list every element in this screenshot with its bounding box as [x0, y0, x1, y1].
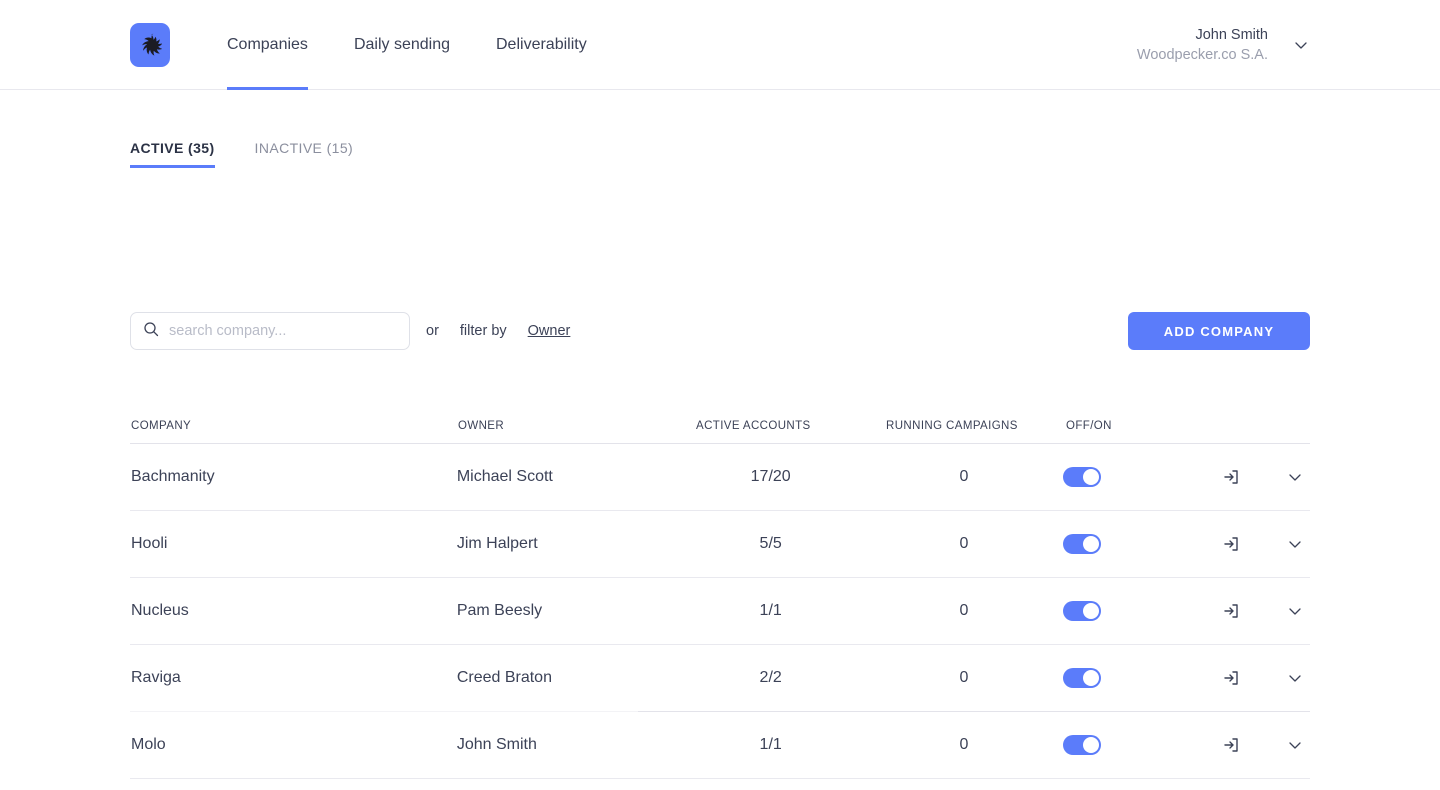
companies-table: COMPANY OWNER ACTIVE ACCOUNTS RUNNING CA…	[130, 408, 1310, 790]
cell-company: Molo	[130, 736, 457, 754]
column-header-owner: OWNER	[458, 420, 678, 432]
table-row[interactable]: Yesse John Smith 1/1 0	[130, 779, 1310, 790]
table-row[interactable]: Bachmanity Michael Scott 17/20 0	[130, 444, 1310, 511]
off-on-toggle[interactable]	[1063, 735, 1101, 755]
cell-running-campaigns: 0	[865, 669, 1062, 687]
filter-by-label: filter by	[460, 323, 507, 339]
cell-company: Raviga	[130, 669, 457, 687]
status-tabs: ACTIVE (35) INACTIVE (15)	[130, 140, 353, 168]
search-icon	[143, 321, 169, 342]
toggle-knob	[1083, 737, 1099, 753]
column-header-off-on: OFF/ON	[1066, 420, 1226, 432]
cell-company: Nucleus	[130, 602, 457, 620]
cell-active-accounts: 1/1	[676, 602, 865, 620]
column-header-company: COMPANY	[130, 420, 458, 432]
cell-toggle	[1063, 668, 1222, 688]
cell-owner: John Smith	[457, 736, 676, 754]
tab-active[interactable]: ACTIVE (35)	[130, 140, 215, 168]
add-company-button[interactable]: ADD COMPANY	[1128, 312, 1310, 350]
cell-toggle	[1063, 601, 1222, 621]
cell-company: Hooli	[130, 535, 457, 553]
user-name: John Smith	[1137, 25, 1268, 45]
off-on-toggle[interactable]	[1063, 601, 1101, 621]
cell-owner: Creed Braton	[457, 669, 676, 687]
tab-active-label: ACTIVE (35)	[130, 140, 215, 156]
cell-actions	[1222, 601, 1310, 621]
table-header-row: COMPANY OWNER ACTIVE ACCOUNTS RUNNING CA…	[130, 408, 1310, 444]
table-row[interactable]: Molo John Smith 1/1 0	[130, 712, 1310, 779]
tab-inactive[interactable]: INACTIVE (15)	[255, 140, 354, 168]
or-label: or	[426, 323, 439, 339]
main-nav: Companies Daily sending Deliverability	[227, 0, 633, 90]
nav-item-companies[interactable]: Companies	[227, 0, 308, 90]
cell-active-accounts: 2/2	[676, 669, 865, 687]
filter-controls: or filter by Owner	[426, 312, 570, 350]
cell-running-campaigns: 0	[865, 602, 1062, 620]
chevron-down-icon[interactable]	[1286, 535, 1304, 553]
toggle-knob	[1083, 603, 1099, 619]
cell-toggle	[1063, 735, 1222, 755]
chevron-down-icon[interactable]	[1286, 602, 1304, 620]
nav-item-daily-sending[interactable]: Daily sending	[354, 0, 450, 90]
off-on-toggle[interactable]	[1063, 668, 1101, 688]
cell-active-accounts: 1/1	[676, 736, 865, 754]
user-organization: Woodpecker.co S.A.	[1137, 45, 1268, 65]
cell-actions	[1222, 534, 1310, 554]
nav-item-deliverability[interactable]: Deliverability	[496, 0, 587, 90]
nav-item-companies-label: Companies	[227, 36, 308, 54]
nav-item-deliverability-label: Deliverability	[496, 36, 587, 54]
off-on-toggle[interactable]	[1063, 467, 1101, 487]
login-arrow-icon[interactable]	[1222, 735, 1242, 755]
off-on-toggle[interactable]	[1063, 534, 1101, 554]
user-info: John Smith Woodpecker.co S.A.	[1137, 25, 1268, 65]
cell-actions	[1222, 668, 1310, 688]
login-arrow-icon[interactable]	[1222, 601, 1242, 621]
cell-owner: Jim Halpert	[457, 535, 676, 553]
nav-item-daily-sending-label: Daily sending	[354, 36, 450, 54]
column-header-running-campaigns: RUNNING CAMPAIGNS	[868, 420, 1066, 432]
table-row[interactable]: Hooli Jim Halpert 5/5 0	[130, 511, 1310, 578]
cell-owner: Michael Scott	[457, 468, 676, 486]
cell-running-campaigns: 0	[865, 535, 1062, 553]
cell-actions	[1222, 735, 1310, 755]
chevron-down-icon[interactable]	[1292, 36, 1310, 54]
app-header: Companies Daily sending Deliverability J…	[0, 0, 1440, 90]
cell-toggle	[1063, 467, 1222, 487]
cell-active-accounts: 17/20	[676, 468, 865, 486]
login-arrow-icon[interactable]	[1222, 534, 1242, 554]
chevron-down-icon[interactable]	[1286, 736, 1304, 754]
app-logo[interactable]	[130, 23, 170, 67]
cell-toggle	[1063, 534, 1222, 554]
table-row[interactable]: Raviga Creed Braton 2/2 0	[130, 645, 1310, 712]
cell-owner: Pam Beesly	[457, 602, 676, 620]
cell-running-campaigns: 0	[865, 468, 1062, 486]
woodpecker-logo-icon	[138, 32, 162, 58]
table-toolbar: or filter by Owner ADD COMPANY	[130, 312, 1310, 350]
chevron-down-icon[interactable]	[1286, 468, 1304, 486]
user-menu[interactable]: John Smith Woodpecker.co S.A.	[1137, 0, 1310, 90]
cell-company: Bachmanity	[130, 468, 457, 486]
table-row[interactable]: Nucleus Pam Beesly 1/1 0	[130, 578, 1310, 645]
cell-active-accounts: 5/5	[676, 535, 865, 553]
login-arrow-icon[interactable]	[1222, 467, 1242, 487]
cell-running-campaigns: 0	[865, 736, 1062, 754]
tab-inactive-label: INACTIVE (15)	[255, 140, 354, 156]
search-input[interactable]	[169, 323, 397, 339]
toggle-knob	[1083, 670, 1099, 686]
chevron-down-icon[interactable]	[1286, 669, 1304, 687]
login-arrow-icon[interactable]	[1222, 668, 1242, 688]
filter-owner-link[interactable]: Owner	[528, 323, 571, 339]
toggle-knob	[1083, 536, 1099, 552]
toggle-knob	[1083, 469, 1099, 485]
search-box[interactable]	[130, 312, 410, 350]
cell-actions	[1222, 467, 1310, 487]
column-header-active-accounts: ACTIVE ACCOUNTS	[678, 420, 868, 432]
